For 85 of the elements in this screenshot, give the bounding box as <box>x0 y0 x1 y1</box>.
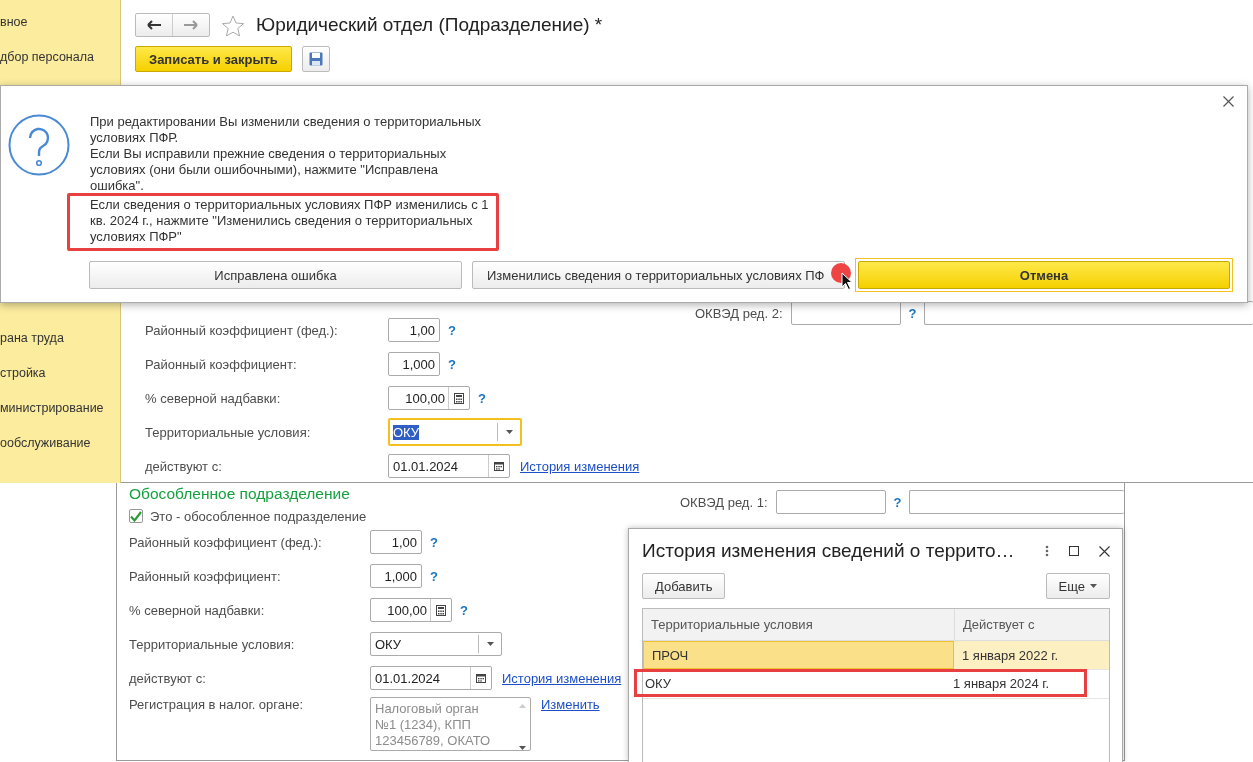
field-label: Регистрация в налог. органе: <box>129 697 305 712</box>
caret-icon <box>1090 584 1097 588</box>
table-cell-text: 1 января 2022 г. <box>961 646 1060 665</box>
message-text: При редактировании Вы изменили сведения о территориальных условиях ПФР. <box>90 114 483 146</box>
number-field[interactable]: 1,000 <box>388 352 440 376</box>
back-arrow-icon <box>147 20 161 30</box>
close-icon <box>1223 96 1234 107</box>
field-label: Территориальные условия: <box>129 636 296 652</box>
caret-icon <box>486 642 494 646</box>
field-label: Районный коэффициент: <box>145 356 298 372</box>
calendar-icon <box>476 673 486 683</box>
dialog-button[interactable]: Изменились сведения о территориальных условиях ПФ <box>472 261 845 289</box>
sidebar-item[interactable]: вное <box>0 14 120 49</box>
dropdown-field[interactable]: ОКУ <box>388 418 522 446</box>
field-label: ОКВЭД ред. 2: <box>695 305 783 321</box>
help-link[interactable]: ? <box>430 568 438 584</box>
calculator-icon <box>454 392 464 404</box>
save-close-button[interactable]: Записать и закрыть <box>135 46 292 72</box>
field-label: действуют с: <box>145 458 223 474</box>
calculator-icon <box>436 604 446 616</box>
field-label: Территориальные условия: <box>145 424 312 440</box>
checkmark-icon <box>130 510 142 522</box>
field-label: % северной надбавки: <box>129 602 266 618</box>
checkbox[interactable]: Это - обособленное подразделение <box>129 505 680 527</box>
help-link[interactable]: ? <box>448 322 456 338</box>
table-cell: ПРОЧ <box>643 641 954 669</box>
more-button[interactable]: Еще <box>1045 573 1110 599</box>
question-icon <box>8 114 70 176</box>
number-field[interactable]: 1,00 <box>370 530 422 554</box>
field-label: Районный коэффициент: <box>129 568 282 584</box>
text-field[interactable] <box>909 490 1124 514</box>
sidebar-item[interactable]: министрирование <box>0 400 120 435</box>
text-field[interactable] <box>790 301 901 325</box>
column-header[interactable]: Действует с <box>954 609 1109 640</box>
add-button[interactable]: Добавить <box>642 573 726 599</box>
section-title: Обособленное подразделение <box>129 485 351 504</box>
field-label: Районный коэффициент (фед.): <box>129 534 323 550</box>
window-title: История изменения сведений о террито… <box>642 540 1016 562</box>
number-field[interactable]: 100,00 <box>388 386 470 410</box>
date-field[interactable]: 01.01.2024 <box>388 454 510 478</box>
cancel-button[interactable]: Отмена <box>858 261 1230 289</box>
field-label: ОКВЭД ред. 1: <box>680 494 768 510</box>
star-icon <box>222 14 244 36</box>
field-label: % северной надбавки: <box>145 390 282 406</box>
message-text: Если сведения о территориальных условиях ПФР изменились с 1 кв. 2024 г., нажмите "Изменились сведения о территориальных условиях ПФР" <box>90 197 493 245</box>
table-row[interactable]: ОКУ 1 января 2024 г. <box>643 670 1109 699</box>
calendar-icon <box>494 461 504 471</box>
window-title: Юридический отдел (Подразделение) * <box>256 14 603 36</box>
date-field[interactable]: 01.01.2024 <box>370 666 492 690</box>
save-button[interactable] <box>301 46 330 72</box>
history-link[interactable]: История изменения <box>502 670 622 686</box>
scroll-up-icon <box>519 704 526 708</box>
help-link[interactable]: ? <box>908 305 917 321</box>
dropdown-field[interactable]: ОКУ <box>370 632 502 656</box>
number-field[interactable]: 100,00 <box>370 598 452 622</box>
message-text: Если Вы исправили прежние сведения о территориальных условиях (они были ошибочными), нажмите "Исправлена ошибка". <box>90 146 448 194</box>
maximize-icon <box>1069 546 1079 556</box>
caret-icon <box>505 430 513 434</box>
sidebar-item[interactable]: стройка <box>0 365 120 400</box>
text-field[interactable] <box>775 490 886 514</box>
cursor-icon <box>841 272 853 290</box>
more-icon <box>1045 545 1049 557</box>
navigation-button-group[interactable] <box>135 13 210 37</box>
close-icon <box>1099 545 1110 557</box>
table-cell-text: 1 января 2024 г. <box>952 674 1051 693</box>
scroll-down-icon <box>519 746 526 750</box>
text-field[interactable] <box>924 301 1253 325</box>
table-cell-text: ОКУ <box>644 674 673 693</box>
help-link[interactable]: ? <box>893 494 902 510</box>
sidebar-item[interactable]: ообслуживание <box>0 435 120 470</box>
column-header[interactable]: Территориальные условия <box>643 609 954 640</box>
help-link[interactable]: ? <box>448 356 456 372</box>
help-link[interactable]: ? <box>430 534 438 550</box>
number-field[interactable]: 1,000 <box>370 564 422 588</box>
sidebar-item[interactable]: дбор персонала <box>0 49 120 84</box>
help-link[interactable]: ? <box>460 602 468 618</box>
dialog-button[interactable]: Исправлена ошибка <box>89 261 462 289</box>
history-link[interactable]: История изменения <box>520 458 640 474</box>
table-row[interactable]: ПРОЧ 1 января 2022 г. <box>643 641 1109 670</box>
field-label: действуют с: <box>129 670 207 686</box>
help-link[interactable]: ? <box>478 390 486 406</box>
number-field[interactable]: 1,00 <box>388 318 440 342</box>
sidebar-item[interactable]: рана труда <box>0 330 120 365</box>
field-label: Районный коэффициент (фед.): <box>145 322 339 338</box>
forward-arrow-icon <box>184 20 198 30</box>
